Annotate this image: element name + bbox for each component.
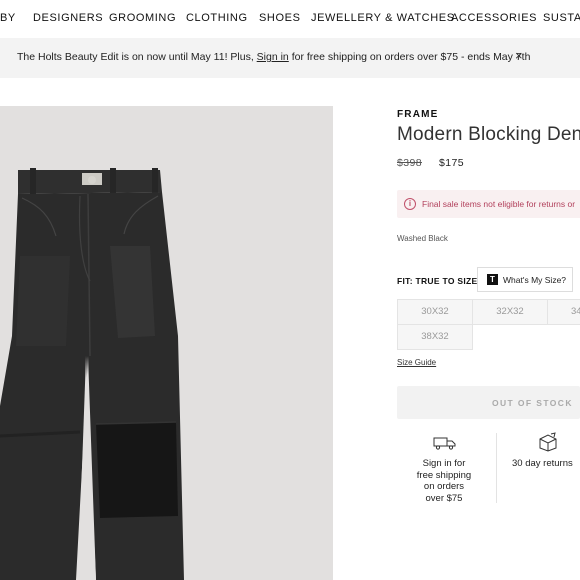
fit-label: FIT: TRUE TO SIZE (397, 276, 478, 286)
main-navigation: BY DESIGNERS GROOMING CLOTHING SHOES JEW… (0, 0, 580, 38)
truck-icon (433, 437, 456, 450)
size-option-32x32[interactable]: 32X32 (472, 299, 548, 325)
product-detail-panel: FRAME Modern Blocking Den $398 $175 i Fi… (397, 106, 580, 580)
sign-in-link[interactable]: Sign in (257, 51, 289, 63)
product-image[interactable] (0, 106, 333, 580)
shipping-line: Sign in for (422, 458, 466, 469)
out-of-stock-label: OUT OF STOCK (492, 398, 573, 408)
whats-my-size-button[interactable]: T What's My Size? (477, 267, 573, 292)
nav-item-designers[interactable]: DESIGNERS (33, 12, 103, 24)
color-name: Washed Black (397, 234, 448, 243)
nav-item-jewellery-watches[interactable]: JEWELLERY & WATCHES (311, 12, 455, 24)
nav-item-accessories[interactable]: ACCESSORIES (451, 12, 537, 24)
nav-item-shoes[interactable]: SHOES (259, 12, 301, 24)
promo-text-end: for free shipping on orders over $75 - e… (288, 51, 531, 63)
original-price: $398 (397, 157, 422, 169)
shipping-line: over $75 (425, 492, 463, 504)
final-sale-text: Final sale items not eligible for return… (422, 199, 576, 209)
final-sale-notice: i Final sale items not eligible for retu… (397, 190, 580, 218)
promo-text-start: The Holts Beauty Edit is on now until Ma… (17, 51, 257, 63)
nav-item-grooming[interactable]: GROOMING (109, 12, 176, 24)
returns-benefit-text[interactable]: 30 day returns (512, 458, 580, 470)
whats-my-size-label: What's My Size? (503, 275, 567, 285)
shipping-line: free shipping (416, 469, 472, 481)
size-selector: 30X32 32X32 34 38X32 (397, 299, 580, 351)
box-icon (539, 432, 557, 452)
sale-price: $175 (439, 157, 464, 169)
nav-item-by[interactable]: BY (0, 12, 16, 24)
info-icon: i (404, 198, 416, 210)
size-option-34[interactable]: 34 (547, 299, 580, 325)
benefits-divider (496, 433, 497, 503)
nav-item-clothing[interactable]: CLOTHING (186, 12, 248, 24)
nav-item-sustainability[interactable]: SUSTAIN (543, 12, 580, 24)
size-option-30x32[interactable]: 30X32 (397, 299, 473, 325)
shipping-benefit-text[interactable]: Sign in for free shipping on orders over… (407, 458, 481, 504)
size-guide-link[interactable]: Size Guide (397, 358, 436, 367)
size-option-38x32[interactable]: 38X32 (397, 324, 473, 350)
shipping-line: on orders (423, 481, 465, 492)
promo-text: The Holts Beauty Edit is on now until Ma… (17, 51, 530, 63)
close-icon[interactable]: × (515, 49, 523, 63)
promo-banner: The Holts Beauty Edit is on now until Ma… (0, 38, 580, 78)
benefits-row: Sign in for free shipping on orders over… (397, 431, 580, 511)
brand-name[interactable]: FRAME (397, 109, 439, 120)
out-of-stock-button[interactable]: OUT OF STOCK (397, 386, 580, 419)
product-title: Modern Blocking Den (397, 124, 580, 145)
jeans-illustration (0, 168, 184, 580)
size-finder-icon: T (487, 274, 498, 285)
